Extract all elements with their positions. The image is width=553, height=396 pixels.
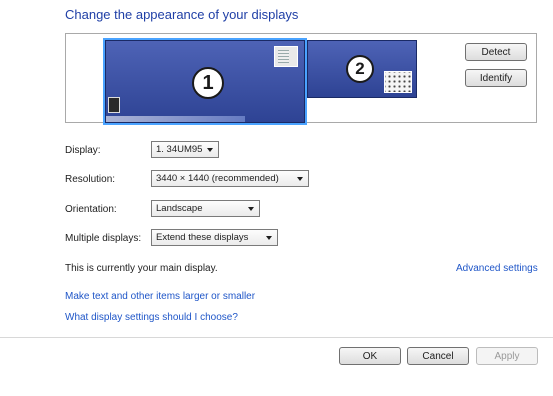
window-thumbnail-icon — [274, 46, 298, 67]
chevron-down-icon — [297, 177, 303, 181]
display-label: Display: — [65, 145, 101, 156]
monitor-number-badge: 2 — [346, 55, 374, 83]
window-thumbnail-icon — [108, 97, 120, 113]
detect-button[interactable]: Detect — [465, 43, 527, 61]
orientation-label: Orientation: — [65, 204, 117, 215]
orientation-select[interactable]: Landscape — [151, 200, 260, 217]
resolution-label: Resolution: — [65, 174, 116, 185]
display-help-link[interactable]: What display settings should I choose? — [65, 312, 238, 323]
cancel-button[interactable]: Cancel — [407, 347, 469, 365]
advanced-settings-link[interactable]: Advanced settings — [456, 263, 538, 274]
ok-button[interactable]: OK — [339, 347, 401, 365]
resolution-value: 3440 × 1440 (recommended) — [156, 173, 279, 184]
display-value: 1. 34UM95 — [156, 144, 203, 155]
display-select[interactable]: 1. 34UM95 — [151, 141, 219, 158]
monitor-1[interactable]: 1 — [103, 38, 307, 125]
resolution-select[interactable]: 3440 × 1440 (recommended) — [151, 170, 309, 187]
orientation-value: Landscape — [156, 203, 203, 214]
chevron-down-icon — [207, 148, 213, 152]
page-title: Change the appearance of your displays — [65, 7, 299, 22]
keypad-icon — [384, 71, 412, 93]
monitor-number-badge: 1 — [192, 67, 224, 99]
text-size-link[interactable]: Make text and other items larger or smal… — [65, 291, 255, 302]
main-display-status: This is currently your main display. — [65, 263, 218, 274]
apply-button[interactable]: Apply — [476, 347, 538, 365]
multiple-displays-select[interactable]: Extend these displays — [151, 229, 278, 246]
identify-button[interactable]: Identify — [465, 69, 527, 87]
footer-divider — [0, 337, 553, 338]
multiple-displays-value: Extend these displays — [156, 232, 249, 243]
chevron-down-icon — [266, 236, 272, 240]
monitor-2[interactable]: 2 — [307, 40, 417, 98]
chevron-down-icon — [248, 207, 254, 211]
taskbar-thumbnail — [106, 116, 245, 122]
multiple-displays-label: Multiple displays: — [65, 233, 142, 244]
